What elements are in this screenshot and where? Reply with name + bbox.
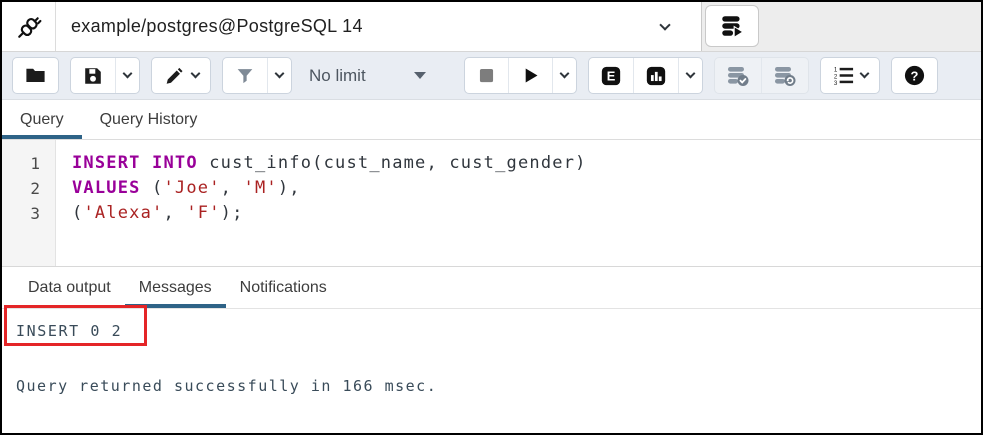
play-icon [520,65,541,86]
chevron-down-icon [275,69,285,79]
tab-notifications-label: Notifications [240,279,327,297]
chevron-down-icon [686,69,696,79]
rollback-icon [773,64,797,88]
edit-group [151,57,211,94]
new-connection-button[interactable] [705,5,759,47]
filter-button[interactable] [223,58,267,93]
chevron-down-icon [860,69,870,79]
save-options-dropdown[interactable] [115,58,139,93]
folder-icon [24,64,47,87]
chevron-down-icon [191,69,201,79]
save-file-group [70,57,140,94]
editor-tab-bar: Query Query History [2,100,981,140]
database-new-connection-icon [719,13,745,39]
tab-notifications[interactable]: Notifications [226,267,341,308]
sql-line: ('Alexa', 'F'); [72,201,587,226]
explain-button[interactable]: E [589,58,633,93]
commit-icon [726,64,750,88]
edit-dropdown-button[interactable] [152,58,210,93]
query-status-text: Query returned successfully in 166 msec. [16,377,437,395]
query-result-text: INSERT 0 2 [16,322,122,340]
explain-group: E [588,57,703,94]
tab-messages[interactable]: Messages [125,267,226,308]
save-button[interactable] [71,58,115,93]
connection-bar-spacer [762,2,981,51]
edit-pen-icon [163,65,185,87]
row-limit-value: No limit [309,66,366,86]
query-toolbar: No limit E [2,52,981,100]
help-icon: ? [903,64,926,87]
chevron-down-icon [123,69,133,79]
line-number-gutter: 1 2 3 [2,140,56,266]
line-number: 2 [2,176,55,201]
chevron-down-icon [560,69,570,79]
sql-editor[interactable]: 1 2 3 INSERT INTO cust_info(cust_name, c… [2,140,981,267]
execute-group [464,57,577,94]
commit-button[interactable] [715,58,761,93]
tab-query[interactable]: Query [2,100,82,139]
chevron-down-icon[interactable] [659,19,670,30]
transaction-group [714,57,809,94]
svg-text:3: 3 [834,80,838,87]
connection-name: example/postgres@PostgreSQL 14 [56,16,661,37]
tab-query-history[interactable]: Query History [82,100,216,139]
open-file-button[interactable] [13,58,58,93]
stop-button[interactable] [465,58,508,93]
connection-bar: example/postgres@PostgreSQL 14 [2,2,981,52]
messages-panel: INSERT 0 2 Query returned successfully i… [2,309,981,433]
connection-status-cell[interactable] [2,2,56,51]
execute-button[interactable] [508,58,552,93]
filter-group [222,57,292,94]
explain-options-dropdown[interactable] [678,58,702,93]
tab-query-label: Query [20,111,64,129]
explain-icon: E [600,65,622,87]
sql-line: VALUES ('Joe', 'M'), [72,176,587,201]
tab-data-output[interactable]: Data output [14,267,125,308]
stop-icon [476,65,497,86]
filter-options-dropdown[interactable] [267,58,291,93]
save-icon [82,65,104,87]
macros-button[interactable]: 1 2 3 [821,58,879,93]
explain-analyze-chart-icon [645,65,667,87]
tab-messages-label: Messages [139,279,212,297]
macros-list-icon: 1 2 3 [832,64,855,87]
svg-text:?: ? [911,68,919,83]
open-file-group [12,57,59,94]
sql-line: INSERT INTO cust_info(cust_name, cust_ge… [72,151,587,176]
line-number: 1 [2,151,55,176]
tab-query-history-label: Query History [100,111,198,129]
svg-text:E: E [607,68,616,83]
tab-data-output-label: Data output [28,279,111,297]
macros-group: 1 2 3 [820,57,880,94]
row-limit-select[interactable]: No limit [303,57,453,94]
line-number: 3 [2,201,55,226]
plug-connection-icon [16,14,42,40]
filter-icon [234,65,256,87]
help-button[interactable]: ? [892,58,937,93]
explain-analyze-button[interactable] [633,58,678,93]
execute-options-dropdown[interactable] [552,58,576,93]
rollback-button[interactable] [761,58,808,93]
output-tab-bar: Data output Messages Notifications [2,267,981,309]
sql-code-area[interactable]: INSERT INTO cust_info(cust_name, cust_ge… [56,140,587,266]
help-group: ? [891,57,938,94]
dropdown-arrow-icon [414,72,426,79]
pgadmin-query-tool-window: example/postgres@PostgreSQL 14 [0,0,983,435]
connection-selector[interactable]: example/postgres@PostgreSQL 14 [2,2,702,51]
